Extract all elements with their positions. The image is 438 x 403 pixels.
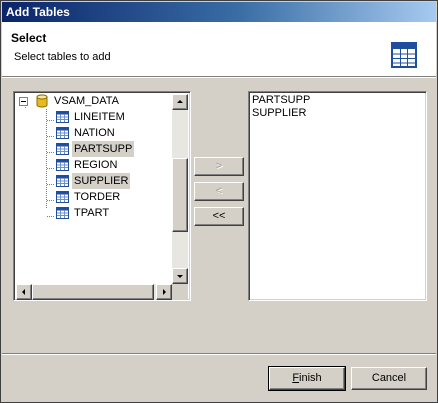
arrow-down-icon xyxy=(177,275,183,278)
table-icon xyxy=(56,191,69,203)
table-icon xyxy=(56,111,69,123)
table-icon xyxy=(56,175,69,187)
header-divider xyxy=(2,77,436,78)
header-banner: Select Select tables to add xyxy=(2,22,436,77)
tree-horizontal-scrollbar[interactable] xyxy=(16,284,172,300)
window-title: Add Tables xyxy=(6,5,70,19)
title-bar[interactable]: Add Tables xyxy=(2,2,436,22)
scroll-down-button[interactable] xyxy=(172,268,188,284)
tree-item-label: LINEITEM xyxy=(74,111,125,123)
table-icon xyxy=(56,143,69,155)
tree-item-label: TPART xyxy=(74,207,110,219)
scroll-right-button[interactable] xyxy=(156,284,172,300)
table-icon xyxy=(56,127,69,139)
cancel-button[interactable]: Cancel xyxy=(351,367,427,390)
hscroll-thumb[interactable] xyxy=(32,284,154,300)
tree-item-label: REGION xyxy=(74,159,118,171)
page-title: Select xyxy=(11,31,47,45)
add-tables-dialog: Add Tables Select Select tables to add V… xyxy=(0,0,438,403)
table-grid-icon xyxy=(391,42,417,68)
tree-item-label: NATION xyxy=(74,127,115,139)
database-icon xyxy=(36,94,48,108)
source-table-tree[interactable]: VSAM_DATA LINEITEM NATION PARTSUPP REGION SU… xyxy=(13,91,191,301)
arrow-left-icon xyxy=(22,289,25,295)
add-selected-button[interactable]: > xyxy=(194,157,244,176)
finish-button[interactable]: Finish xyxy=(268,366,346,391)
scroll-up-button[interactable] xyxy=(172,94,188,110)
scroll-left-button[interactable] xyxy=(16,284,32,300)
tree-root-label: VSAM_DATA xyxy=(54,95,119,107)
selected-tables-list[interactable]: PARTSUPP SUPPLIER xyxy=(248,91,427,301)
table-icon xyxy=(56,207,69,219)
list-item[interactable]: SUPPLIER xyxy=(252,107,306,120)
arrow-up-icon xyxy=(177,100,183,103)
remove-selected-button[interactable]: < xyxy=(194,182,244,201)
tree-item-label: TORDER xyxy=(74,191,121,203)
arrow-right-icon xyxy=(163,289,166,295)
footer-divider-highlight xyxy=(2,354,436,355)
page-subtitle: Select tables to add xyxy=(14,51,111,63)
scroll-corner xyxy=(172,284,188,300)
tree-item-label: PARTSUPP xyxy=(72,141,135,157)
collapse-toggle-icon[interactable] xyxy=(19,97,28,106)
table-icon xyxy=(56,159,69,171)
tree-item-label: SUPPLIER xyxy=(72,173,131,189)
scroll-thumb[interactable] xyxy=(172,158,188,232)
tree-vertical-scrollbar[interactable] xyxy=(172,94,188,284)
finish-button-label: Finish xyxy=(292,372,322,384)
remove-all-button[interactable]: << xyxy=(194,207,244,226)
list-item[interactable]: PARTSUPP xyxy=(252,94,310,107)
